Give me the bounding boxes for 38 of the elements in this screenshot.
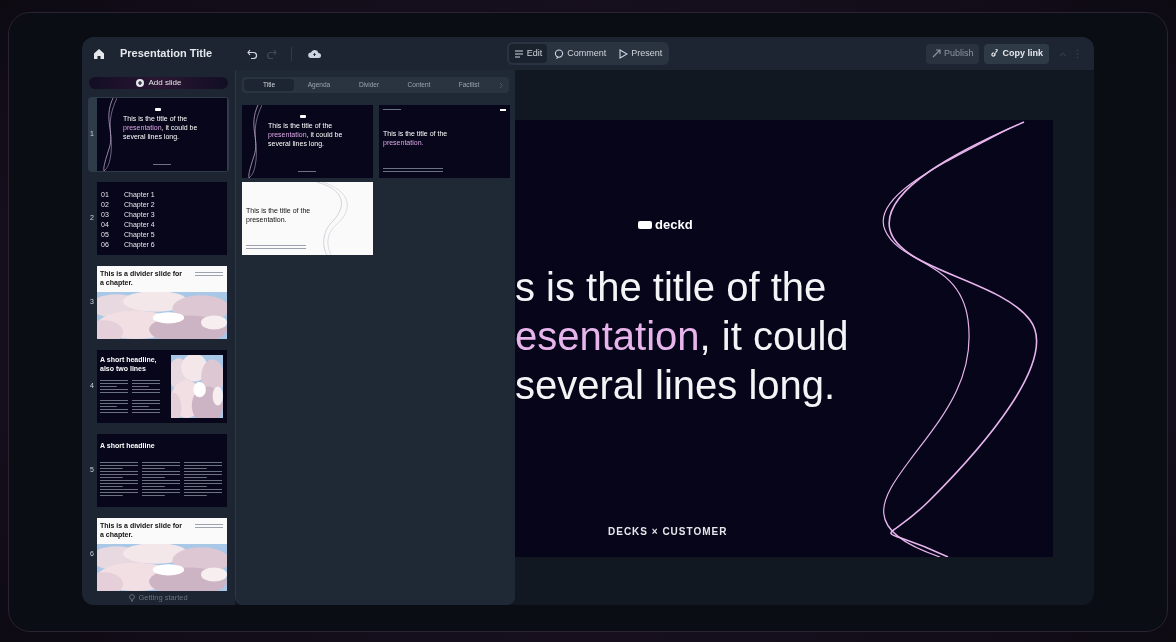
add-slide-button[interactable]: Add slide [89,77,228,89]
text-lines-drawing [195,272,223,278]
text-lines-drawing [142,462,180,498]
home-icon[interactable] [93,47,105,60]
play-icon [618,48,629,59]
document-title: Presentation Title [120,46,213,62]
text-lines-drawing [100,462,138,498]
logo-icon [300,115,306,118]
lines-icon [513,48,524,59]
cloud-icon[interactable] [308,48,322,59]
text-lines-drawing [100,380,128,395]
undo-icon[interactable] [247,48,259,59]
footer-line [153,164,171,165]
text-lines-drawing [132,400,160,415]
speech-bubble-icon [554,48,565,59]
text-lines-drawing [100,400,128,415]
mode-tab[interactable]: Present [613,44,668,63]
mode-tab[interactable]: Edit [508,44,548,63]
text-lines-drawing [195,524,223,530]
header-line [383,109,401,110]
lightbulb-icon [129,593,136,602]
mode-tab[interactable]: Comment [549,44,612,63]
chevron-right-icon[interactable] [499,81,504,89]
text-lines-drawing [184,462,222,498]
plus-icon [135,79,144,87]
text-lines-drawing [246,245,306,251]
link-icon [990,49,1000,58]
footer-line [298,171,316,172]
slide-title: s is the title of the esentation, it could several lines long. [515,264,849,409]
logo-icon [155,108,161,111]
text-lines-drawing [132,380,160,395]
redo-icon[interactable] [266,48,278,59]
logo-icon [638,220,652,229]
slide-footer: DECKS × CUSTOMER [608,524,728,539]
text-lines-drawing [383,168,443,174]
arrow-icon [931,49,941,58]
logo-text: deckd [655,216,693,234]
copy-link-button[interactable]: Copy link [984,43,1049,64]
